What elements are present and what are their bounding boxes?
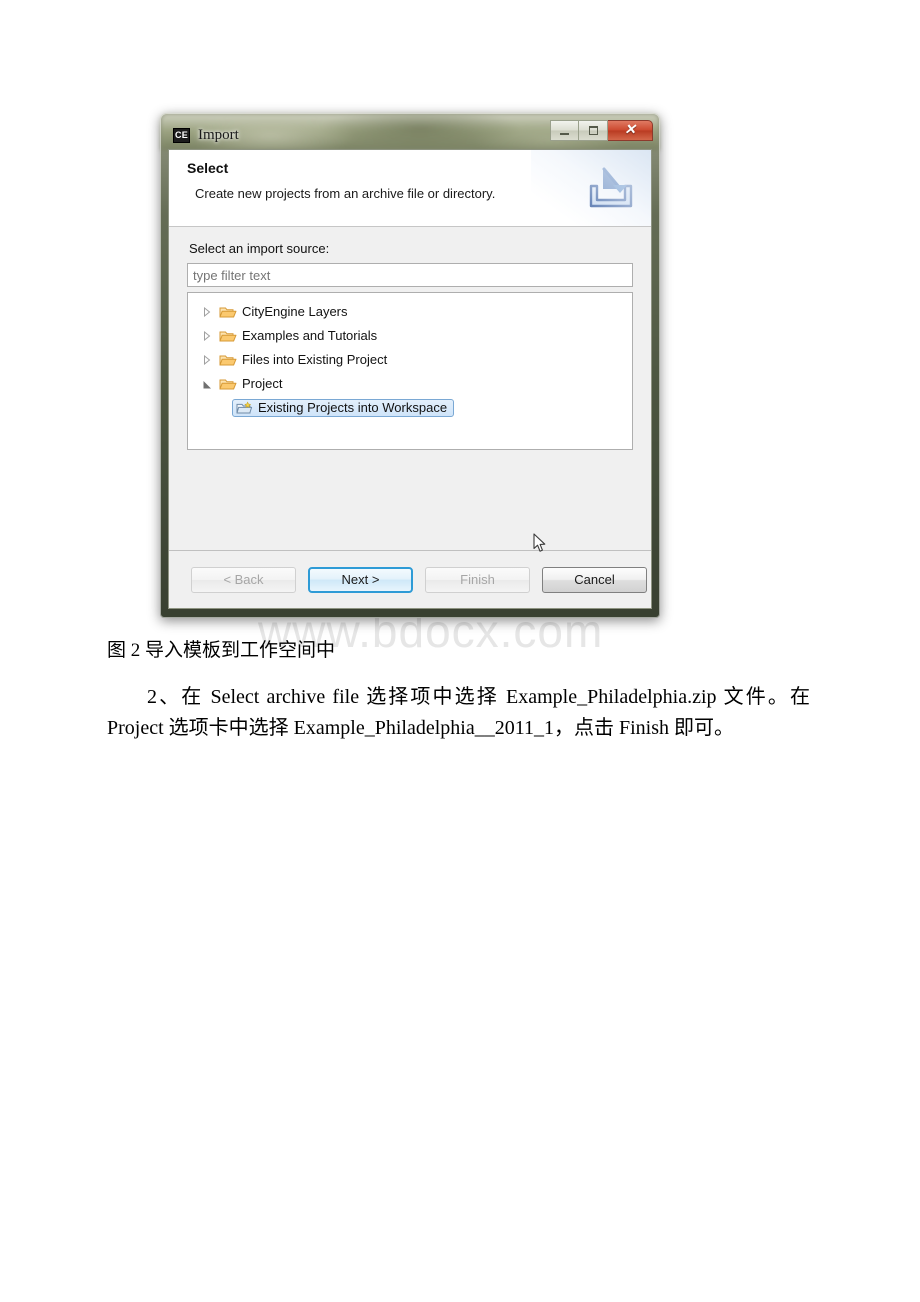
document-text-block: 图 2 导入模板到工作空间中 2、在 Select archive file 选… (0, 636, 920, 744)
body-paragraph: 2、在 Select archive file 选择项中选择 Example_P… (107, 686, 810, 739)
wizard-header: Select Create new projects from an archi… (169, 150, 651, 227)
tree-item-cityengine-layers[interactable]: CityEngine Layers (188, 300, 632, 324)
dialog-title: Import (198, 126, 239, 143)
cancel-button[interactable]: Cancel (542, 566, 647, 593)
tree-item-existing-projects-into-workspace[interactable]: Existing Projects into Workspace (188, 396, 632, 420)
finish-button-label: Finish (460, 572, 495, 587)
tree-item-label: CityEngine Layers (242, 304, 348, 319)
filter-input[interactable] (187, 263, 633, 287)
import-source-label: Select an import source: (189, 241, 330, 256)
back-button[interactable]: < Back (191, 566, 296, 593)
window-controls: ✕ (550, 120, 653, 142)
dialog-titlebar[interactable]: CE Import ✕ (168, 120, 653, 149)
tree-item-label: Project (242, 376, 283, 391)
folder-icon (219, 307, 237, 317)
maximize-icon (588, 126, 598, 135)
chevron-right-icon[interactable] (200, 305, 214, 319)
next-button[interactable]: Next > (308, 566, 413, 593)
chevron-right-icon[interactable] (200, 329, 214, 343)
next-button-label: Next > (341, 572, 380, 587)
figure-caption: 图 2 导入模板到工作空间中 (107, 640, 336, 661)
tree-item-label: Examples and Tutorials (242, 328, 378, 343)
close-button[interactable]: ✕ (608, 120, 653, 141)
close-icon: ✕ (624, 122, 636, 138)
folder-icon (219, 379, 237, 389)
wizard-page-title: Select (187, 160, 229, 176)
tree-item-project[interactable]: Project (188, 372, 632, 396)
minimize-button[interactable] (550, 120, 579, 141)
import-source-tree[interactable]: CityEngine Layers Examples and Tutorials (187, 292, 633, 450)
folder-icon (219, 331, 237, 341)
wizard-page-description: Create new projects from an archive file… (195, 186, 496, 201)
wizard-body: Select an import source: CityEngine Laye… (169, 227, 651, 550)
minimize-icon (560, 132, 569, 135)
project-import-icon (236, 400, 253, 413)
chevron-down-icon[interactable] (200, 377, 214, 391)
import-tray-icon (589, 167, 633, 208)
finish-button[interactable]: Finish (425, 566, 530, 593)
dialog-client-area: Select Create new projects from an archi… (168, 149, 652, 609)
cityengine-app-icon: CE (173, 127, 190, 143)
maximize-button[interactable] (579, 120, 608, 141)
back-button-label: < Back (223, 572, 264, 587)
tree-item-label: Existing Projects into Workspace (258, 400, 448, 415)
tree-item-files-into-existing-project[interactable]: Files into Existing Project (188, 348, 632, 372)
wizard-button-bar: < Back Next > Finish Cancel (169, 533, 651, 608)
chevron-right-icon[interactable] (200, 353, 214, 367)
cancel-button-label: Cancel (574, 572, 615, 587)
import-dialog-window: CE Import ✕ Select Create new projects f… (160, 113, 660, 618)
tree-item-examples-and-tutorials[interactable]: Examples and Tutorials (188, 324, 632, 348)
tree-item-label: Files into Existing Project (242, 352, 388, 367)
folder-icon (219, 355, 237, 365)
